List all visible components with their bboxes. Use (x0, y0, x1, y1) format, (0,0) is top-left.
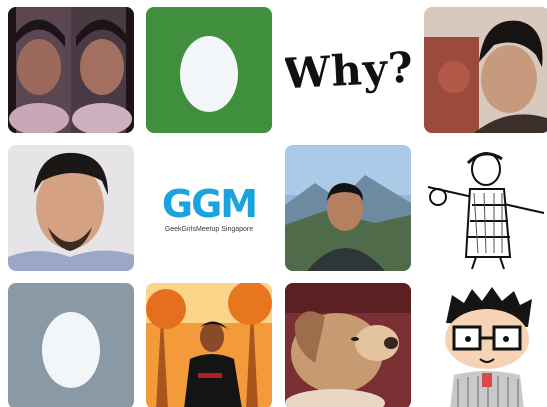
ggm-logo-mark: GGM (161, 181, 258, 226)
photo-orange-trees (146, 283, 272, 407)
avatar-young-man-portrait[interactable] (424, 7, 547, 133)
avatar-man-mountain-view[interactable] (285, 145, 411, 271)
photo-twin-women (8, 7, 134, 133)
avatar-man-orange-trees[interactable] (146, 283, 272, 407)
avatar-puppy-photo[interactable] (285, 283, 411, 407)
avatar-bearded-man-selfie[interactable] (8, 145, 134, 271)
avatar-ggm-logo[interactable]: GGM GeekGirlsMeetup Singapore (146, 145, 272, 271)
avatar-default-egg-gray[interactable] (8, 283, 134, 407)
avatar-grid: Why? GGM GeekGirlsMeetup Singapore (0, 0, 547, 407)
why-text-label: Why? (285, 42, 411, 98)
avatar-hiker-sketch[interactable] (424, 145, 547, 271)
drawing-cartoon-boy (424, 283, 547, 407)
photo-bearded-man (8, 145, 134, 271)
photo-young-man (424, 7, 547, 133)
avatar-why-text[interactable]: Why? (285, 7, 411, 133)
ggm-logo-subtitle: GeekGirlsMeetup Singapore (164, 225, 254, 233)
egg-icon (180, 36, 238, 112)
egg-icon (42, 312, 100, 388)
drawing-hiker (424, 145, 547, 271)
photo-puppy (285, 283, 411, 407)
photo-man-mountains (285, 145, 411, 271)
avatar-twin-women-selfie[interactable] (8, 7, 134, 133)
avatar-default-egg-green[interactable] (146, 7, 272, 133)
avatar-cartoon-boy-glasses[interactable] (424, 283, 547, 407)
